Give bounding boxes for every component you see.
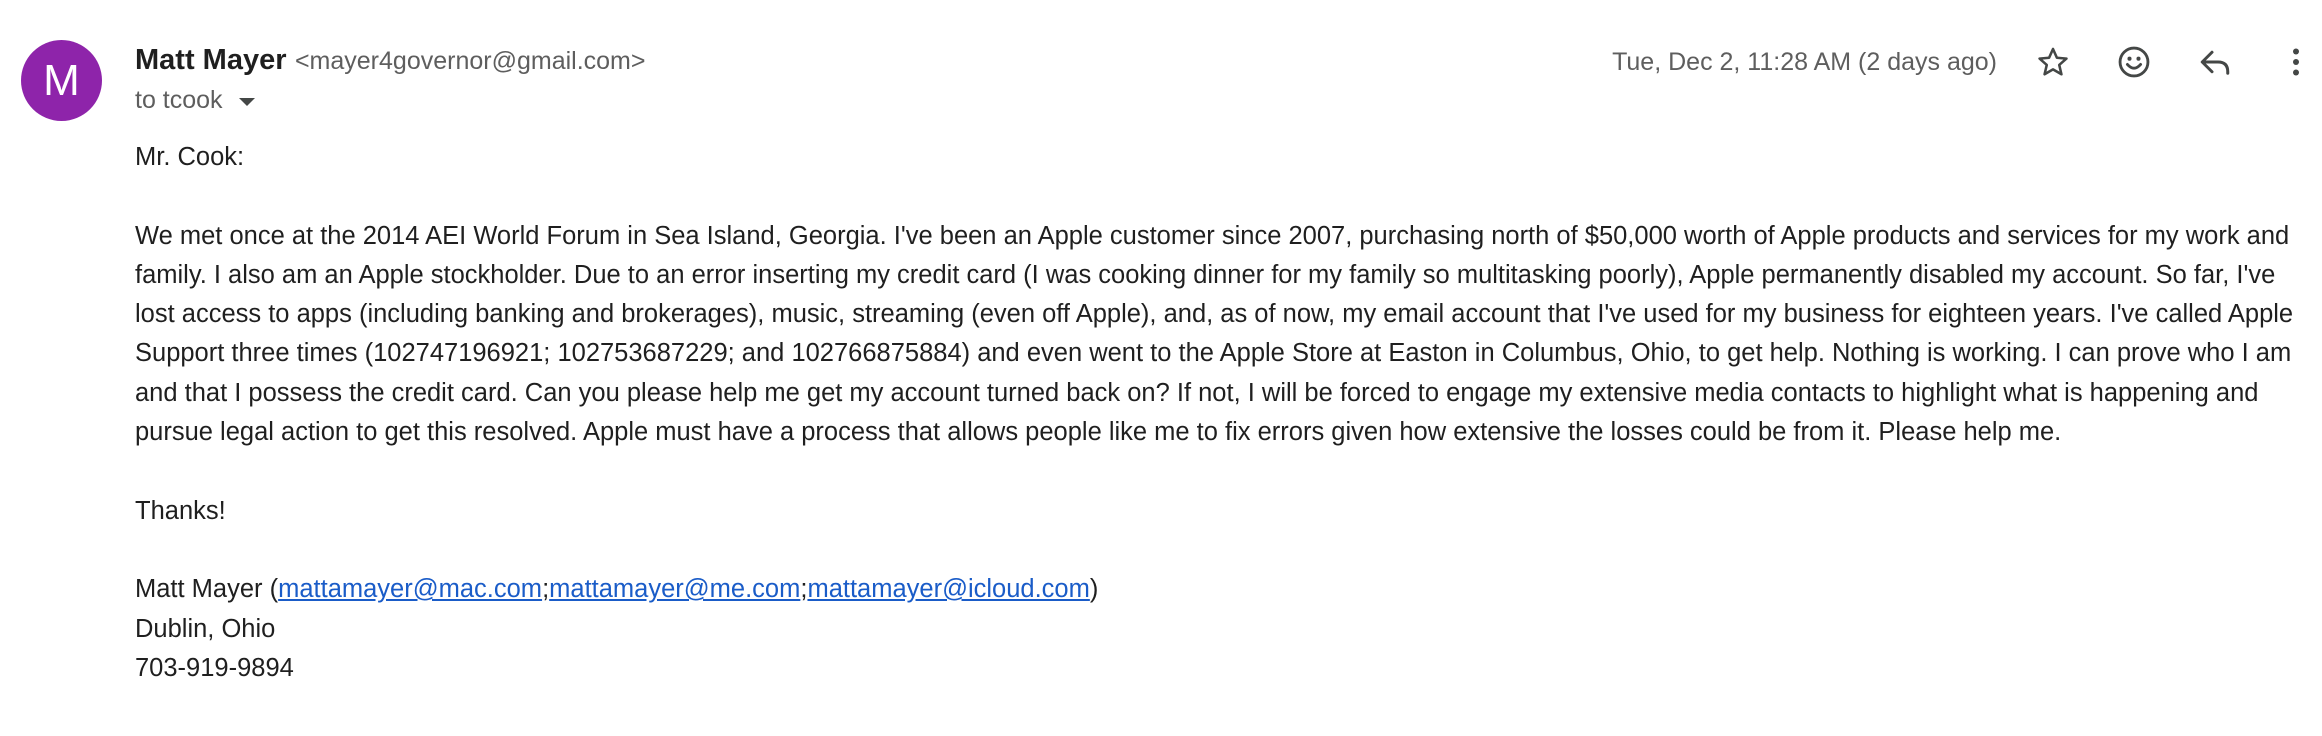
sender-email: <mayer4governor@gmail.com> bbox=[294, 47, 646, 75]
signature-phone: 703-919-9894 bbox=[135, 653, 294, 682]
closing: Thanks! bbox=[135, 496, 226, 525]
add-reaction-button[interactable] bbox=[2108, 36, 2160, 88]
greeting: Mr. Cook: bbox=[135, 143, 245, 171]
recipient-details-toggle[interactable]: to tcook bbox=[135, 86, 255, 115]
avatar[interactable]: M bbox=[21, 40, 102, 121]
message-header-actions: Tue, Dec 2, 11:28 AM (2 days ago) bbox=[1612, 36, 2322, 88]
message-timestamp: Tue, Dec 2, 11:28 AM (2 days ago) bbox=[1612, 47, 1997, 76]
body-paragraph: We met once at the 2014 AEI World Forum … bbox=[135, 221, 2294, 447]
email-link-me[interactable]: mattamayer@me.com bbox=[549, 575, 800, 603]
star-button[interactable] bbox=[2027, 36, 2079, 88]
star-icon bbox=[2038, 47, 2068, 76]
recipient-label: to tcook bbox=[135, 86, 223, 114]
reply-button[interactable] bbox=[2189, 36, 2241, 88]
sender-line: Matt Mayer <mayer4governor@gmail.com> bbox=[135, 44, 645, 77]
chevron-down-icon[interactable] bbox=[238, 97, 255, 106]
signature-name: Matt Mayer ( bbox=[135, 575, 279, 604]
sender-name[interactable]: Matt Mayer bbox=[135, 44, 287, 76]
email-message: M Matt Mayer <mayer4governor@gmail.com> … bbox=[0, 0, 2322, 736]
reply-icon bbox=[2200, 50, 2230, 75]
signature-name-line: Matt Mayer (mattamayer@mac.com;mattamaye… bbox=[135, 570, 2300, 609]
more-vert-icon bbox=[2293, 48, 2299, 76]
email-link-mac[interactable]: mattamayer@mac.com bbox=[278, 575, 542, 603]
more-options-button[interactable] bbox=[2270, 36, 2322, 88]
message-body: Mr. Cook: We met once at the 2014 AEI Wo… bbox=[135, 138, 2300, 688]
email-link-icloud[interactable]: mattamayer@icloud.com bbox=[807, 575, 1089, 603]
emoji-reaction-icon bbox=[2118, 46, 2150, 78]
signature-location: Dublin, Ohio bbox=[135, 614, 276, 643]
signature-close-paren: ) bbox=[1089, 575, 1099, 604]
